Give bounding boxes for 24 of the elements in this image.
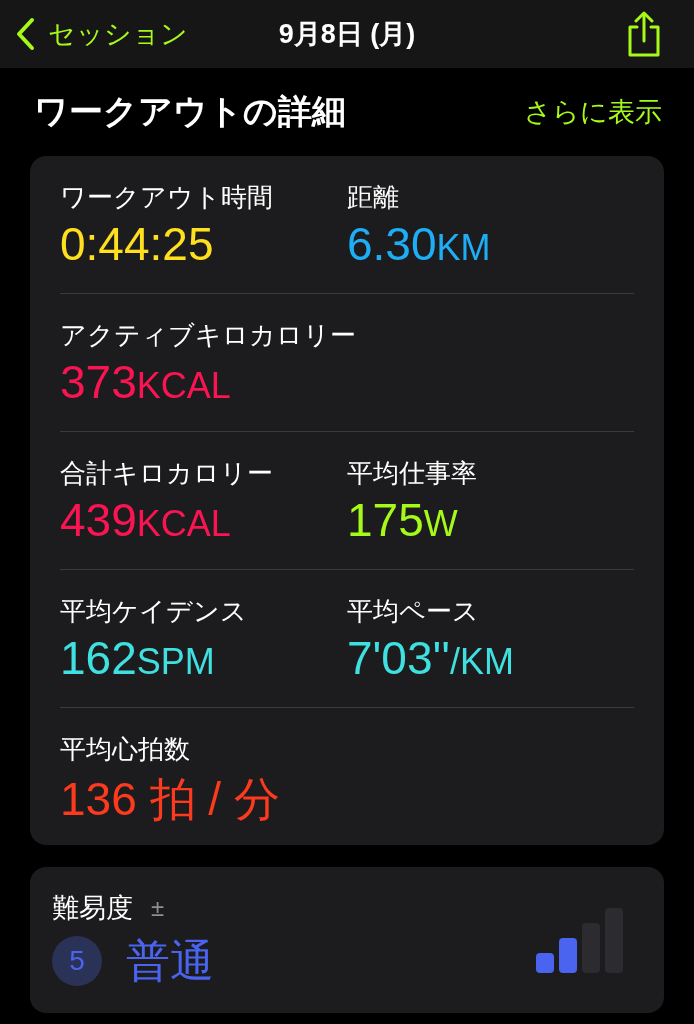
section-title: ワークアウトの詳細 <box>34 91 346 132</box>
metric-label: ワークアウト時間 <box>60 181 274 214</box>
metric-label: 平均ペース <box>347 595 480 628</box>
nav-title: 9月8日 (月) <box>278 18 416 51</box>
metric-label: 距離 <box>347 181 400 214</box>
effort-label: 難易度 <box>52 891 133 925</box>
metric-label: 平均仕事率 <box>347 457 478 490</box>
metric-label: 平均心拍数 <box>60 733 191 766</box>
metric-value: 136 拍 / 分 <box>60 772 281 827</box>
back-button[interactable]: セッション <box>14 16 188 52</box>
metric-value: 439KCAL <box>60 493 232 547</box>
metric-value: 0:44:25 <box>60 217 215 271</box>
metric-label: アクティブキロカロリー <box>60 319 357 352</box>
metric-value: 175W <box>347 493 459 547</box>
metric-value: 7'03''/KM <box>347 631 516 685</box>
metric-value: 6.30KM <box>347 217 492 271</box>
effort-rating: 普通 <box>126 934 214 987</box>
metric-label: 合計キロカロリー <box>60 457 274 490</box>
metric-value: 162SPM <box>60 631 216 685</box>
metric-label: 平均ケイデンス <box>60 595 248 628</box>
show-more-link[interactable]: さらに表示 <box>524 94 662 130</box>
metric-value: 373KCAL <box>60 355 232 409</box>
effort-score-badge: 5 <box>52 936 102 986</box>
adjust-button[interactable]: ± <box>151 893 165 922</box>
